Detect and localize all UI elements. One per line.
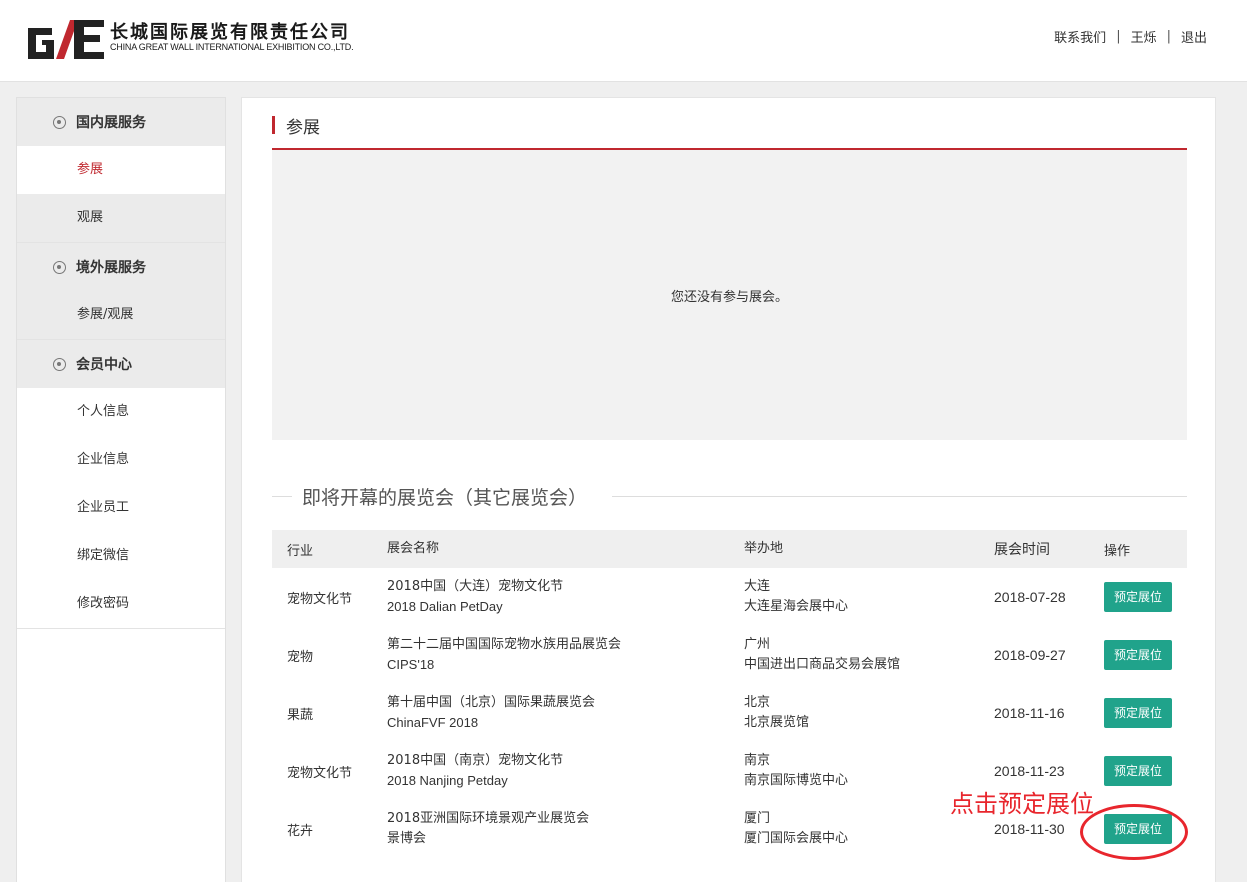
sidebar-item-bind-wechat[interactable]: 绑定微信	[17, 532, 225, 580]
cell-industry: 宠物	[287, 649, 314, 665]
logout-link[interactable]: 退出	[1181, 27, 1207, 46]
sidebar-group-overseas: 境外展服务 参展/观展	[17, 243, 225, 340]
venue-city: 大连	[744, 579, 771, 594]
cell-expo-name: 2018亚洲国际环境景观产业展览会 景博会	[387, 800, 744, 858]
book-booth-button[interactable]: 预定展位	[1104, 698, 1172, 728]
cell-venue: 广州 中国进出口商品交易会展馆	[744, 626, 994, 684]
cell-date: 2018-09-27	[994, 647, 1066, 663]
cell-venue: 大连 大连星海会展中心	[744, 568, 994, 626]
cell-venue: 北京 北京展览馆	[744, 684, 994, 742]
circle-dot-icon	[53, 357, 66, 371]
ge-logo-icon	[28, 20, 104, 59]
column-header-action: 操作	[1104, 530, 1187, 568]
page-title: 参展	[286, 118, 320, 138]
top-nav: 联系我们 | 王烁 | 退出	[1054, 27, 1207, 46]
top-header: 长城国际展览有限责任公司 CHINA GREAT WALL INTERNATIO…	[0, 0, 1247, 82]
venue-city: 南京	[744, 753, 771, 768]
expo-name-cn: 2018中国（南京）宠物文化节	[387, 753, 564, 768]
sidebar: 国内展服务 参展 观展 境外展服务 参展/观展 会员中心 个人信息 企业信息 企…	[16, 97, 226, 882]
cell-expo-name: 第十届中国（北京）国际果蔬展览会 ChinaFVF 2018	[387, 684, 744, 742]
cell-expo-name: 2018中国（南京）宠物文化节 2018 Nanjing Petday	[387, 742, 744, 800]
logo-english-name: CHINA GREAT WALL INTERNATIONAL EXHIBITIO…	[110, 42, 354, 52]
column-header-venue: 举办地	[744, 530, 994, 568]
sidebar-group-domestic: 国内展服务 参展 观展	[17, 98, 225, 243]
sidebar-heading-label: 境外展服务	[76, 260, 146, 276]
nav-separator: |	[1116, 29, 1121, 44]
column-header-date: 展会时间	[994, 530, 1104, 568]
sidebar-heading-overseas[interactable]: 境外展服务	[17, 243, 225, 291]
expo-name-en: 2018 Dalian PetDay	[387, 599, 503, 614]
venue-name: 中国进出口商品交易会展馆	[744, 657, 901, 672]
cell-date: 2018-11-16	[994, 705, 1065, 721]
expo-name-cn: 2018亚洲国际环境景观产业展览会	[387, 811, 590, 826]
book-booth-button[interactable]: 预定展位	[1104, 640, 1172, 670]
book-booth-button[interactable]: 预定展位	[1104, 756, 1172, 786]
venue-name: 北京展览馆	[744, 715, 810, 730]
cell-industry: 果蔬	[287, 707, 314, 723]
venue-city: 广州	[744, 637, 771, 652]
sidebar-heading-label: 会员中心	[76, 357, 132, 373]
upcoming-title: 即将开幕的展览会（其它展览会）	[302, 487, 588, 509]
nav-separator: |	[1166, 29, 1171, 44]
empty-state-message: 您还没有参与展会。	[670, 289, 788, 305]
sidebar-item-visit[interactable]: 观展	[17, 194, 225, 242]
main-panel: 参展 您还没有参与展会。 即将开幕的展览会（其它展览会） 行业 展会名称 举办地…	[241, 97, 1216, 882]
sidebar-heading-domestic[interactable]: 国内展服务	[17, 98, 225, 146]
cell-action: 预定展位	[1104, 742, 1187, 800]
logo-chinese-name: 长城国际展览有限责任公司	[110, 22, 350, 43]
sidebar-group-member: 会员中心 个人信息 企业信息 企业员工 绑定微信 修改密码	[17, 340, 225, 629]
sidebar-item-overseas-exhibit-visit[interactable]: 参展/观展	[17, 291, 225, 339]
circle-dot-icon	[53, 260, 66, 274]
annotation-text: 点击预定展位	[950, 790, 1094, 818]
sidebar-item-company-staff[interactable]: 企业员工	[17, 484, 225, 532]
table-header-row: 行业 展会名称 举办地 展会时间 操作	[272, 530, 1187, 568]
title-accent-bar	[272, 116, 275, 134]
upcoming-section-heading: 即将开幕的展览会（其它展览会）	[272, 483, 1187, 509]
company-logo[interactable]: 长城国际展览有限责任公司 CHINA GREAT WALL INTERNATIO…	[26, 18, 366, 62]
expo-name-cn: 第二十二届中国国际宠物水族用品展览会	[387, 637, 622, 652]
expo-name-en: ChinaFVF 2018	[387, 715, 479, 730]
expo-name-en: CIPS'18	[387, 657, 435, 672]
sidebar-item-change-password[interactable]: 修改密码	[17, 580, 225, 628]
venue-name: 大连星海会展中心	[744, 599, 849, 614]
column-header-industry: 行业	[272, 530, 387, 568]
expo-name-cn: 2018中国（大连）宠物文化节	[387, 579, 564, 594]
contact-us-link[interactable]: 联系我们	[1054, 27, 1106, 46]
divider-line	[612, 496, 1187, 497]
empty-state-box: 您还没有参与展会。	[272, 150, 1187, 440]
cell-action: 预定展位	[1104, 684, 1187, 742]
venue-name: 厦门国际会展中心	[744, 831, 849, 846]
cell-expo-name: 2018中国（大连）宠物文化节 2018 Dalian PetDay	[387, 568, 744, 626]
expo-name-en: 2018 Nanjing Petday	[387, 773, 508, 788]
annotation-highlight-ellipse	[1080, 804, 1188, 860]
expo-name-en: 景博会	[387, 831, 427, 846]
table-row: 果蔬 第十届中国（北京）国际果蔬展览会 ChinaFVF 2018 北京 北京展…	[272, 684, 1187, 742]
divider-line	[272, 496, 292, 497]
cell-industry: 宠物文化节	[287, 591, 353, 607]
cell-expo-name: 第二十二届中国国际宠物水族用品展览会 CIPS'18	[387, 626, 744, 684]
venue-city: 北京	[744, 695, 771, 710]
circle-dot-icon	[53, 115, 66, 129]
cell-industry: 宠物文化节	[287, 765, 353, 781]
table-row: 宠物文化节 2018中国（大连）宠物文化节 2018 Dalian PetDay…	[272, 568, 1187, 626]
table-row: 宠物 第二十二届中国国际宠物水族用品展览会 CIPS'18 广州 中国进出口商品…	[272, 626, 1187, 684]
column-header-name: 展会名称	[387, 530, 744, 568]
cell-action: 预定展位	[1104, 626, 1187, 684]
sidebar-heading-label: 国内展服务	[76, 115, 146, 131]
section-header: 参展	[272, 114, 1187, 150]
cell-industry: 花卉	[287, 823, 314, 839]
expo-name-cn: 第十届中国（北京）国际果蔬展览会	[387, 695, 596, 710]
username-link[interactable]: 王烁	[1131, 27, 1157, 46]
sidebar-item-personal-info[interactable]: 个人信息	[17, 388, 225, 436]
book-booth-button[interactable]: 预定展位	[1104, 582, 1172, 612]
cell-date: 2018-07-28	[994, 589, 1066, 605]
sidebar-item-exhibit[interactable]: 参展	[17, 146, 225, 194]
sidebar-heading-member[interactable]: 会员中心	[17, 340, 225, 388]
cell-action: 预定展位	[1104, 568, 1187, 626]
sidebar-item-company-info[interactable]: 企业信息	[17, 436, 225, 484]
